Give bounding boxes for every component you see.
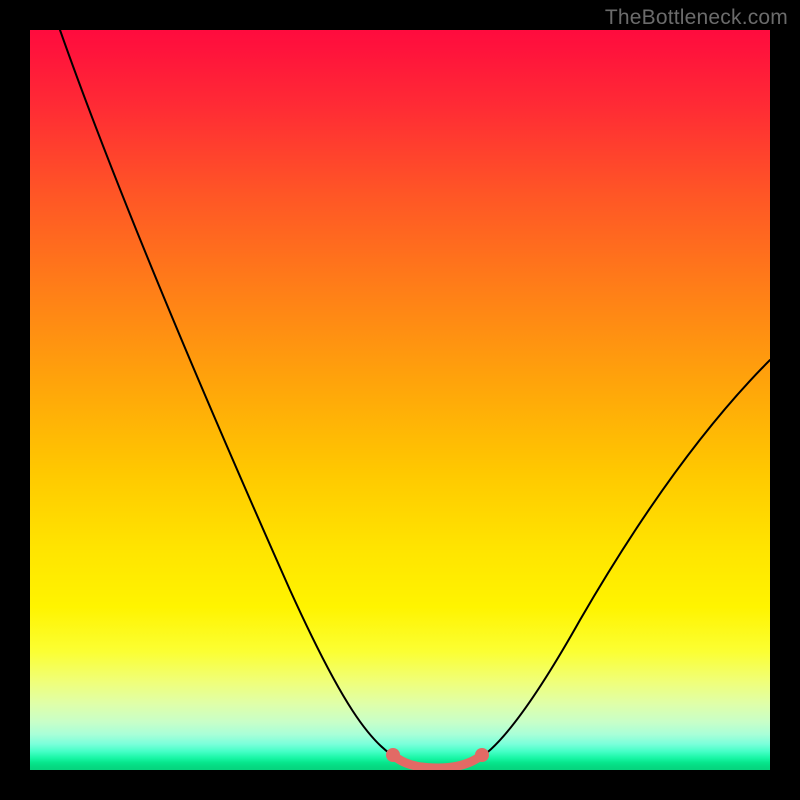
chart-frame: TheBottleneck.com (0, 0, 800, 800)
watermark-text: TheBottleneck.com (605, 6, 788, 30)
curve-svg (30, 30, 770, 770)
highlight-region (393, 755, 482, 768)
bottleneck-curve (60, 30, 770, 768)
plot-area (30, 30, 770, 770)
